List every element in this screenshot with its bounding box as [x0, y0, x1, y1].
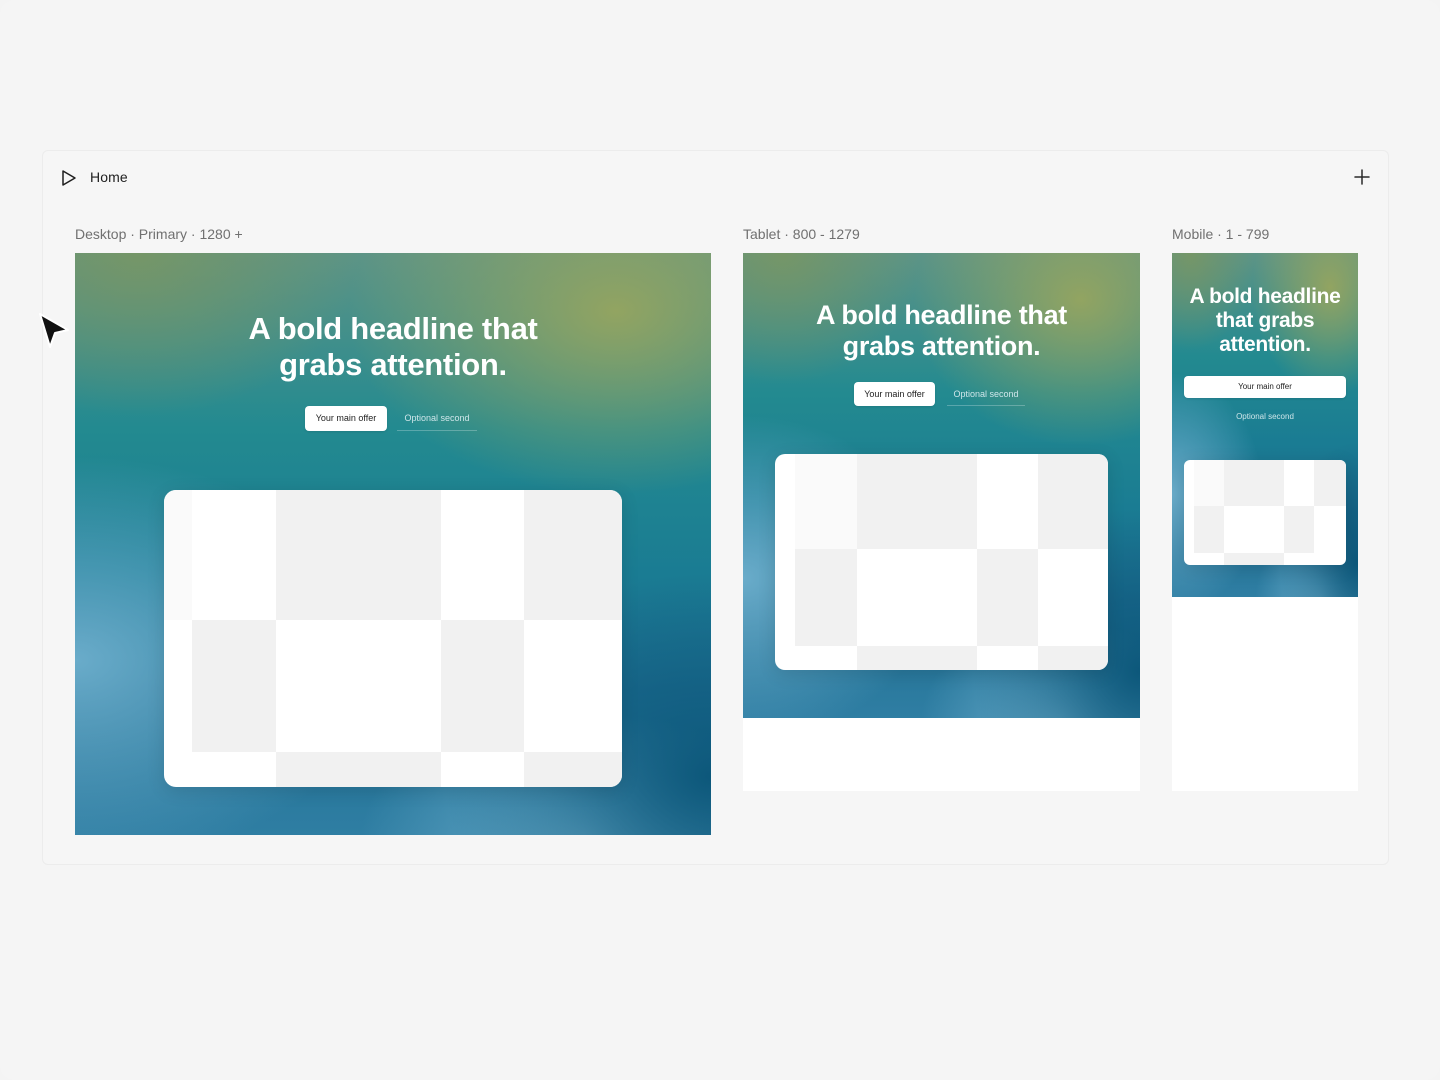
checker-cell — [441, 620, 524, 752]
panel-header: Home — [43, 151, 1388, 203]
checker-cell — [1194, 460, 1224, 506]
app-window: Home Desktop · Primary · 1280 + Tablet ·… — [0, 0, 1440, 1080]
checker-cell — [795, 549, 857, 646]
breakpoint-label-desktop[interactable]: Desktop · Primary · 1280 + — [75, 226, 243, 242]
hero-headline: A bold headline that grabs attention. — [1189, 285, 1341, 356]
tablet-frame[interactable]: A bold headline that grabs attention. Yo… — [743, 253, 1140, 791]
checker-cell — [857, 454, 977, 549]
primary-cta-button[interactable]: Your main offer — [1184, 376, 1346, 398]
secondary-cta-button[interactable]: Optional second — [947, 382, 1025, 406]
checker-cell — [1194, 506, 1224, 553]
checker-cell — [1038, 454, 1108, 549]
plus-icon[interactable] — [1352, 167, 1372, 187]
breakpoint-label-mobile[interactable]: Mobile · 1 - 799 — [1172, 226, 1269, 242]
secondary-cta-button[interactable]: Optional second — [1184, 406, 1346, 428]
page-title[interactable]: Home — [90, 169, 128, 185]
hero-headline: A bold headline that grabs attention. — [815, 300, 1067, 361]
checker-cell — [1224, 553, 1284, 565]
breakpoint-label-tablet[interactable]: Tablet · 800 - 1279 — [743, 226, 860, 242]
checker-cell — [524, 752, 622, 787]
primary-cta-button[interactable]: Your main offer — [305, 406, 387, 431]
checker-cell — [1038, 646, 1108, 670]
checker-cell — [164, 490, 192, 620]
checker-cell — [276, 752, 441, 787]
mobile-frame[interactable]: A bold headline that grabs attention. Yo… — [1172, 253, 1358, 791]
cursor-icon — [39, 313, 69, 348]
checker-cell — [1284, 506, 1314, 553]
checker-cell — [524, 490, 622, 620]
breakpoints-panel: Home Desktop · Primary · 1280 + Tablet ·… — [42, 150, 1389, 865]
frame-empty-area — [743, 718, 1140, 791]
checker-cell — [857, 646, 977, 670]
secondary-cta-button[interactable]: Optional second — [397, 406, 477, 431]
checker-cell — [1224, 460, 1284, 506]
media-placeholder — [164, 490, 622, 787]
hero-headline: A bold headline that grabs attention. — [248, 311, 538, 382]
checker-cell — [795, 454, 857, 549]
media-placeholder — [1184, 460, 1346, 565]
checker-cell — [977, 549, 1038, 646]
media-placeholder — [775, 454, 1108, 670]
primary-cta-button[interactable]: Your main offer — [854, 382, 935, 406]
desktop-frame[interactable]: A bold headline that grabs attention. Yo… — [75, 253, 711, 835]
play-icon[interactable] — [61, 169, 77, 187]
frame-empty-area — [1172, 597, 1358, 791]
checker-cell — [1314, 460, 1346, 506]
checker-cell — [192, 620, 276, 752]
checker-cell — [276, 490, 441, 620]
